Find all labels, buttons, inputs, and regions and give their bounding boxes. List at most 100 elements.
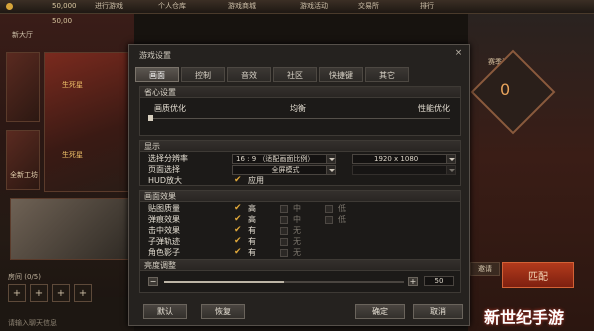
brightness-decrease-button[interactable]: − [148,277,158,286]
coin-icon [6,3,13,10]
tab-graphics[interactable]: 画面 [135,67,179,82]
hud-checkbox[interactable]: ✔ [234,176,243,185]
hud-apply-label: 应用 [248,176,264,185]
bullet-hole-mid-label: 中 [293,215,301,224]
brightness-title: 亮度调整 [140,260,460,271]
add-slot-4[interactable]: + [74,284,92,302]
bullet-trail-on-check[interactable]: ✔ [234,237,243,246]
tab-hotkeys[interactable]: 快捷键 [319,67,363,82]
texture-mid-box[interactable] [280,205,288,213]
hit-effect-label: 击中效果 [148,226,180,235]
nav-item-shop[interactable]: 游戏商城 [228,1,256,11]
texture-low-box[interactable] [325,205,333,213]
bullet-trail-row: 子弹轨迹 ✔ 有 无 [140,236,460,247]
hit-effect-off-box[interactable] [280,227,288,235]
effects-title: 画面效果 [140,191,460,202]
brightness-panel: 亮度调整 − + 50 [139,259,461,293]
texture-high-check[interactable]: ✔ [234,204,243,213]
tab-community[interactable]: 社区 [273,67,317,82]
promo-banner[interactable] [10,198,130,260]
nav-item-exchange[interactable]: 交易所 [358,1,379,11]
nav-item-rank[interactable]: 排行 [420,1,434,11]
mode-card-2[interactable] [6,130,40,190]
nav-item-inventory[interactable]: 个人仓库 [158,1,186,11]
settings-tabs: 画面 控制 音效 社区 快捷键 其它 [135,67,409,82]
nav-item-events[interactable]: 游戏活动 [300,1,328,11]
bullet-trail-on-label: 有 [248,237,256,246]
bullet-hole-mid-box[interactable] [280,216,288,224]
page-mode-row: 页面选择 全屏模式 [140,164,460,175]
resolution-select[interactable]: 1920 x 1080 [352,154,456,164]
refresh-select[interactable] [352,165,456,175]
bullet-hole-row: 弹痕效果 ✔ 高 中 低 [140,214,460,225]
bullet-hole-low-box[interactable] [325,216,333,224]
chat-input[interactable]: 请输入聊天信息 [8,318,57,328]
hit-effect-row: 击中效果 ✔ 有 无 [140,225,460,236]
default-button[interactable]: 默认 [143,304,187,319]
texture-row: 贴图质量 ✔ 高 中 低 [140,203,460,214]
close-icon[interactable]: × [453,48,464,59]
start-match-button[interactable]: 匹配 [502,262,574,288]
add-slot-2[interactable]: + [30,284,48,302]
bullet-hole-low-label: 低 [338,215,346,224]
brightness-increase-button[interactable]: + [408,277,418,286]
watermark-logo: 新世纪手游 [484,308,565,327]
aspect-ratio-value: 16 : 9 （适配画面比例） [236,155,315,163]
preset-quality-label: 画质优化 [154,104,186,113]
preset-slider-track[interactable] [150,118,450,119]
bullet-hole-high-label: 高 [248,215,256,224]
brightness-value[interactable]: 50 [424,276,454,286]
shadow-on-label: 有 [248,248,256,257]
resolution-value: 1920 x 1080 [374,155,419,163]
lobby-top-bar [0,0,594,14]
texture-high-label: 高 [248,204,256,213]
nav-item-play[interactable]: 进行游戏 [95,1,123,11]
confirm-button[interactable]: 确定 [355,304,405,319]
bullet-trail-label: 子弹轨迹 [148,237,180,246]
texture-label: 贴图质量 [148,204,180,213]
hit-effect-on-label: 有 [248,226,256,235]
rank-value: 0 [500,80,511,99]
coin-value: 50,000 [52,2,77,10]
shadow-off-box[interactable] [280,249,288,257]
bullet-trail-off-box[interactable] [280,238,288,246]
shadow-on-check[interactable]: ✔ [234,248,243,257]
effects-panel: 画面效果 贴图质量 ✔ 高 中 低 弹痕效果 ✔ 高 中 低 击中效果 ✔ 有 … [139,190,461,260]
aspect-ratio-select[interactable]: 16 : 9 （适配画面比例） [232,154,336,164]
event-label-1: 生死星 [62,81,83,89]
chevron-down-icon [446,166,455,174]
tab-controls[interactable]: 控制 [181,67,225,82]
chevron-down-icon [326,155,335,163]
page-mode-label: 页面选择 [148,165,180,174]
lobby-new-hall-label: 新大厅 [12,31,33,39]
add-slot-3[interactable]: + [52,284,70,302]
coin-value-secondary: 50,00 [52,17,73,25]
shadow-row: 角色影子 ✔ 有 无 [140,247,460,258]
resolution-row: 选择分辨率 16 : 9 （适配画面比例） 1920 x 1080 [140,153,460,164]
restore-button[interactable]: 恢复 [201,304,245,319]
preset-title: 省心设置 [140,87,460,98]
invite-button[interactable]: 邀请 [470,262,500,276]
texture-low-label: 低 [338,204,346,213]
dialog-title: 游戏设置 [139,51,171,60]
resolution-label: 选择分辨率 [148,154,188,163]
window-mode-select[interactable]: 全屏模式 [232,165,336,175]
hud-label: HUD放大 [148,176,183,185]
preset-panel: 省心设置 画质优化 均衡 性能优化 [139,86,461,136]
add-slot-1[interactable]: + [8,284,26,302]
chevron-down-icon [326,166,335,174]
preset-slider-handle[interactable] [148,115,153,121]
hit-effect-on-check[interactable]: ✔ [234,226,243,235]
tab-audio[interactable]: 音效 [227,67,271,82]
preset-performance-label: 性能优化 [418,104,450,113]
brightness-fill [164,281,284,283]
event-banner[interactable] [44,52,130,192]
workshop-label: 全新工坊 [10,171,38,179]
cancel-button[interactable]: 取消 [413,304,463,319]
event-label-2: 生死星 [62,151,83,159]
tab-other[interactable]: 其它 [365,67,409,82]
mode-card-1[interactable] [6,52,40,122]
bullet-hole-high-check[interactable]: ✔ [234,215,243,224]
bullet-trail-off-label: 无 [293,237,301,246]
brightness-track[interactable] [164,281,404,283]
